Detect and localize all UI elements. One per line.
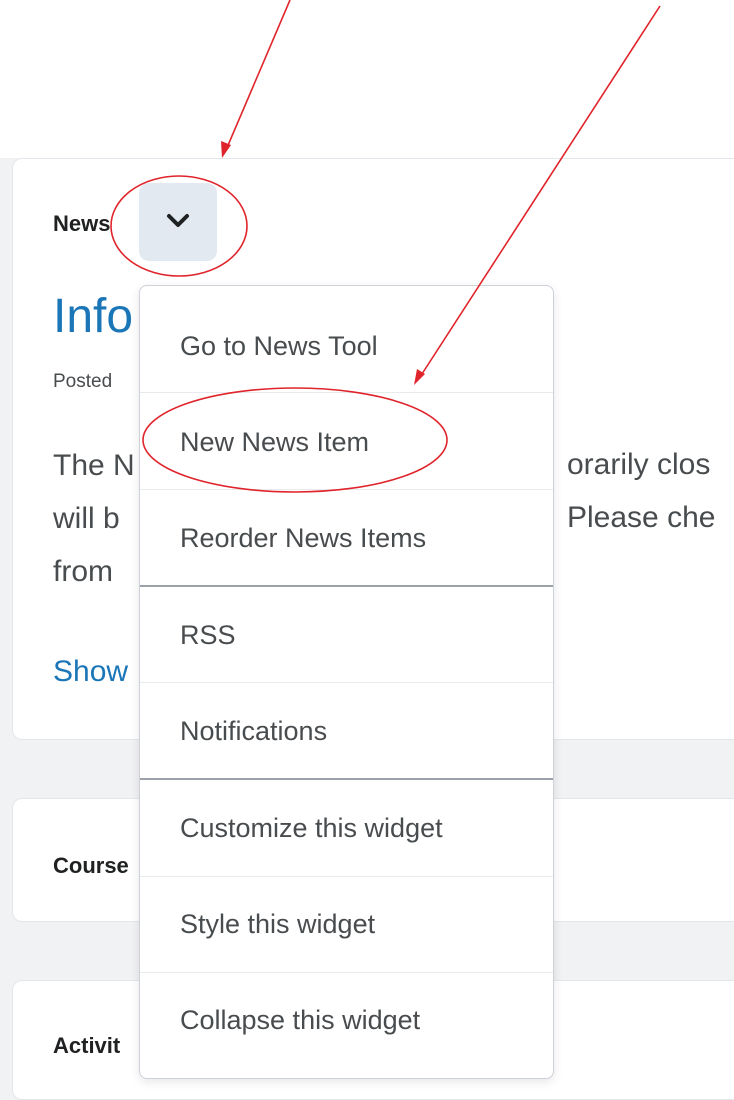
news-item-title[interactable]: Info [53, 289, 133, 344]
news-body-line: will b [53, 502, 120, 535]
news-widget-title: News [53, 211, 111, 236]
activity-widget-title: Activit [53, 1033, 121, 1058]
news-body-line: The N [53, 449, 135, 482]
show-more-link[interactable]: Show [53, 655, 128, 689]
news-body-line: from [53, 555, 113, 588]
top-whitespace [0, 0, 734, 158]
news-options-menu: Go to News Tool New News Item Reorder Ne… [139, 285, 554, 1079]
news-body-text: The N will b from [53, 439, 135, 598]
menu-item-style-widget[interactable]: Style this widget [140, 876, 553, 972]
course-widget-title: Course [53, 853, 129, 878]
menu-item-new-news-item[interactable]: New News Item [140, 394, 553, 490]
news-posted-label: Posted [53, 371, 113, 392]
menu-item-customize-widget[interactable]: Customize this widget [140, 780, 553, 876]
menu-item-notifications[interactable]: Notifications [140, 683, 553, 779]
news-options-button[interactable] [139, 183, 217, 261]
news-body-right-line: orarily clos [567, 448, 711, 481]
menu-item-collapse-widget[interactable]: Collapse this widget [140, 972, 553, 1068]
news-body-right-line: Please che [567, 501, 716, 534]
menu-item-go-to-news-tool[interactable]: Go to News Tool [140, 298, 553, 394]
chevron-down-icon [167, 214, 189, 227]
menu-divider [140, 392, 553, 393]
menu-item-rss[interactable]: RSS [140, 587, 553, 683]
menu-item-reorder-news-items[interactable]: Reorder News Items [140, 490, 553, 586]
